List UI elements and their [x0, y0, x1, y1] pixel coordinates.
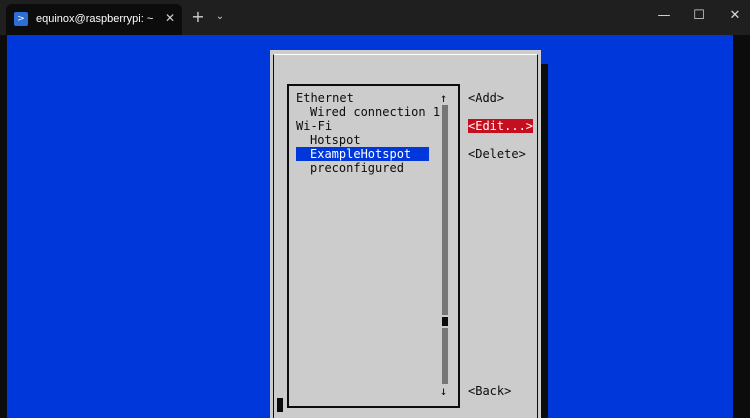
scroll-down-arrow-icon[interactable]: ↓: [440, 384, 447, 398]
close-tab-icon[interactable]: ✕: [161, 9, 179, 27]
new-tab-button[interactable]: +: [189, 9, 207, 27]
list-item-preconfigured[interactable]: preconfigured: [310, 161, 404, 175]
list-item-examplehotspot[interactable]: ExampleHotspot: [296, 147, 429, 161]
delete-button[interactable]: <Delete>: [468, 147, 526, 161]
chevron-down-icon[interactable]: ⌄: [212, 9, 228, 27]
maximize-button[interactable]: ☐: [688, 6, 710, 26]
back-button[interactable]: <Back>: [468, 384, 511, 398]
dialog-shadow: [541, 64, 548, 418]
list-item-wired-connection[interactable]: Wired connection 1: [310, 105, 440, 119]
minimize-button[interactable]: —: [653, 6, 675, 26]
window-titlebar: > equinox@raspberrypi: ~ ✕ + ⌄ — ☐ ✕: [0, 0, 750, 35]
tab-title: equinox@raspberrypi: ~: [36, 13, 154, 25]
list-group-wifi: Wi-Fi: [296, 119, 333, 133]
scroll-up-arrow-icon[interactable]: ↑: [440, 91, 447, 105]
edit-button[interactable]: <Edit...>: [468, 119, 534, 133]
close-window-button[interactable]: ✕: [724, 6, 746, 26]
scrollbar-track[interactable]: [442, 105, 448, 315]
add-button[interactable]: <Add>: [468, 91, 504, 105]
terminal-cursor: [277, 398, 283, 412]
scrollbar-track-lower[interactable]: [442, 328, 448, 384]
scrollbar-thumb[interactable]: [442, 317, 448, 326]
list-item-hotspot[interactable]: Hotspot: [310, 133, 361, 147]
terminal-tab[interactable]: > equinox@raspberrypi: ~ ✕: [6, 4, 182, 35]
powershell-icon: >: [14, 12, 28, 26]
list-group-ethernet: Ethernet: [296, 91, 354, 105]
